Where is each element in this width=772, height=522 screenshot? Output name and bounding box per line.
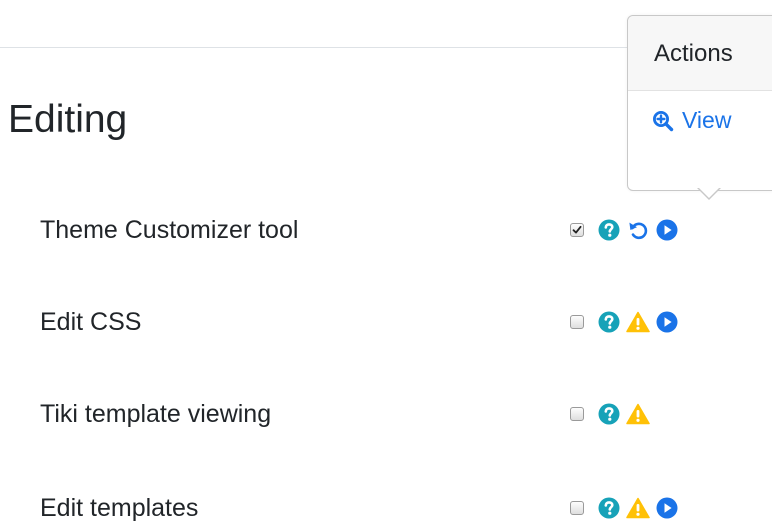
feature-checkbox[interactable] (570, 501, 584, 515)
feature-row-edit-css: Edit CSS (0, 302, 772, 342)
play-icon[interactable] (655, 496, 679, 520)
feature-row-edit-templates: Edit templates (0, 488, 772, 522)
feature-row-theme-customizer: Theme Customizer tool (0, 210, 772, 250)
warning-icon[interactable] (626, 496, 650, 520)
feature-controls (570, 210, 684, 250)
page: Editing Theme Customizer tool Edit CSS T… (0, 0, 772, 522)
feature-label: Edit CSS (40, 308, 142, 336)
help-icon[interactable] (597, 496, 621, 520)
popover-body: View (628, 91, 772, 137)
section-divider (0, 47, 680, 48)
help-icon[interactable] (597, 402, 621, 426)
feature-controls (570, 302, 684, 342)
view-link[interactable]: View (652, 107, 731, 134)
zoom-in-icon (652, 110, 674, 132)
feature-row-tiki-template-viewing: Tiki template viewing (0, 394, 772, 434)
feature-label: Edit templates (40, 494, 199, 522)
play-icon[interactable] (655, 218, 679, 242)
undo-icon[interactable] (626, 218, 650, 242)
feature-label: Theme Customizer tool (40, 216, 299, 244)
warning-icon[interactable] (626, 402, 650, 426)
play-icon[interactable] (655, 310, 679, 334)
help-icon[interactable] (597, 218, 621, 242)
feature-checkbox[interactable] (570, 407, 584, 421)
feature-controls (570, 488, 684, 522)
feature-label: Tiki template viewing (40, 400, 272, 428)
warning-icon[interactable] (626, 310, 650, 334)
popover-title: Actions (628, 16, 772, 91)
section-title: Editing (8, 98, 128, 141)
feature-controls (570, 394, 655, 434)
view-label: View (682, 107, 732, 133)
feature-checkbox[interactable] (570, 315, 584, 329)
actions-popover: Actions View (627, 15, 772, 191)
help-icon[interactable] (597, 310, 621, 334)
feature-checkbox[interactable] (570, 223, 584, 237)
